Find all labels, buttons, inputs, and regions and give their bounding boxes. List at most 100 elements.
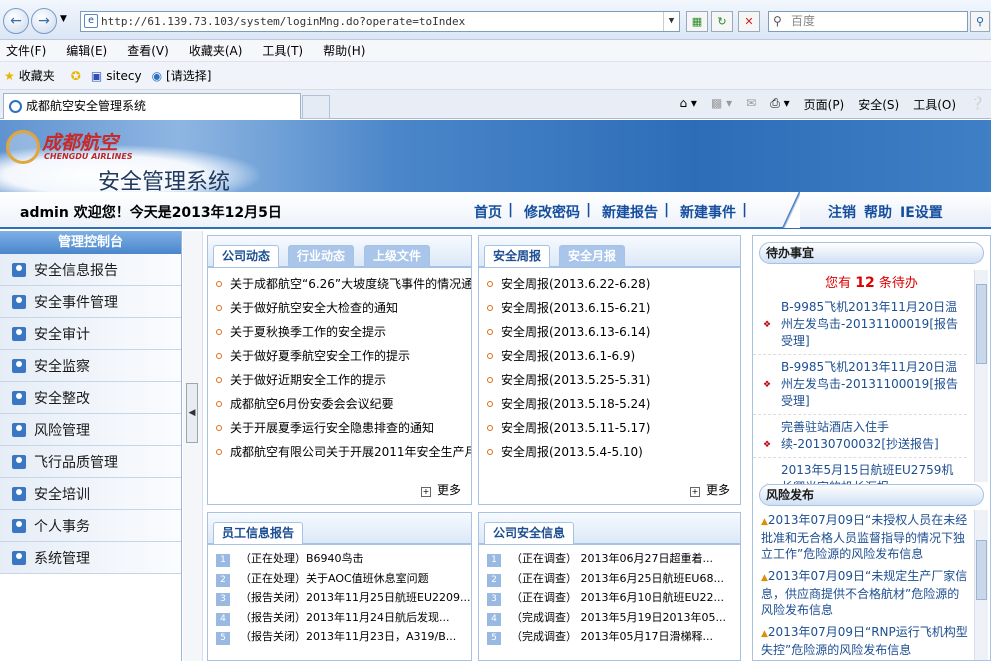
tab-company-safety[interactable]: 公司安全信息 — [484, 522, 575, 544]
fav-item-sitecy[interactable]: ▣ sitecy — [91, 69, 142, 83]
address-input[interactable]: e http://61.139.73.103/system/loginMng.d… — [80, 11, 680, 32]
history-dropdown-icon[interactable]: ▼ — [60, 14, 67, 24]
sidebar-item-safety-audit[interactable]: 安全审计 — [0, 318, 181, 350]
forward-icon[interactable]: → — [31, 8, 57, 34]
sidebar-item-safety-inspection[interactable]: 安全监察 — [0, 350, 181, 382]
search-go-icon[interactable]: ⚲ — [970, 11, 990, 32]
link-new-event[interactable]: 新建事件 — [680, 202, 736, 222]
table-row[interactable]: 4 （报告关闭）2013年11月24日航后发现... — [208, 608, 471, 628]
list-item-text: 安全周报(2013.6.1-6.9) — [501, 349, 636, 363]
list-item[interactable]: 关于夏秋换季工作的安全提示 — [208, 320, 471, 344]
print-icon[interactable]: ⎙ ▾ — [770, 96, 789, 113]
tab-company-news[interactable]: 公司动态 — [213, 245, 280, 267]
todo-item[interactable]: ❖ B-9985飞机2013年11月20日温州左发鸟击-20131100019[报… — [753, 355, 967, 415]
news-more-link[interactable]: + 更多 — [420, 481, 461, 498]
list-item[interactable]: 安全周报(2013.5.18-5.24) — [479, 392, 740, 416]
logo-text-en: CHENGDU AIRLINES — [44, 152, 133, 161]
sidebar-item-safety-rectification[interactable]: 安全整改 — [0, 382, 181, 414]
todo-marker-icon: ❖ — [763, 320, 772, 330]
sidebar-item-safety-event[interactable]: 安全事件管理 — [0, 286, 181, 318]
list-item[interactable]: 安全周报(2013.5.11-5.17) — [479, 416, 740, 440]
sidebar-item-system[interactable]: 系统管理 — [0, 542, 181, 574]
collapse-sidebar-icon[interactable]: ◀ — [186, 383, 198, 443]
list-item[interactable]: 安全周报(2013.6.13-6.14) — [479, 320, 740, 344]
list-item[interactable]: 安全周报(2013.6.22-6.28) — [479, 272, 740, 296]
todo-item[interactable]: ❖ B-9985飞机2013年11月20日温州左发鸟击-20131100019[报… — [753, 295, 967, 355]
menu-favorites[interactable]: 收藏夹(A) — [189, 42, 243, 59]
list-item[interactable]: 安全周报(2013.6.1-6.9) — [479, 344, 740, 368]
todo-item[interactable]: ❖ 完善驻站酒店入住手续-20130700032[抄送报告] — [753, 415, 967, 458]
menu-file[interactable]: 文件(F) — [6, 42, 46, 59]
sidebar-item-risk-management[interactable]: 风险管理 — [0, 414, 181, 446]
list-item[interactable]: 关于成都航空“6.26”大坡度绕飞事件的情况通报 — [208, 272, 471, 296]
todo-count-suffix: 条待办 — [878, 276, 918, 291]
tools-menu[interactable]: 工具(O) — [913, 96, 956, 113]
list-item[interactable]: 安全周报(2013.5.25-5.31) — [479, 368, 740, 392]
risk-item[interactable]: ▲2013年07月09日“RNP运行飞机构型失控”危险源的风险发布信息 — [753, 622, 978, 662]
tab-superior-docs[interactable]: 上级文件 — [364, 245, 431, 267]
fav-item-select[interactable]: ◉ [请选择] — [152, 67, 212, 84]
feeds-icon[interactable]: ▩ ▾ — [711, 96, 732, 113]
sidebar-item-flight-quality[interactable]: 飞行品质管理 — [0, 446, 181, 478]
help-icon[interactable]: ❔ — [970, 96, 985, 113]
sidebar-item-safety-training[interactable]: 安全培训 — [0, 478, 181, 510]
tab-weekly-report[interactable]: 安全周报 — [484, 245, 551, 267]
link-home[interactable]: 首页 — [474, 202, 502, 222]
list-item[interactable]: 关于做好近期安全工作的提示 — [208, 368, 471, 392]
home-icon[interactable]: ⌂ ▾ — [679, 96, 696, 113]
risk-item[interactable]: ▲2013年07月09日“未授权人员在未经批准和无合格人员监督指导的情况下独立工… — [753, 510, 978, 566]
list-item[interactable]: 安全周报(2013.6.15-6.21) — [479, 296, 740, 320]
list-item[interactable]: 成都航空有限公司关于开展2011年安全生产月活动的通知 — [208, 440, 471, 464]
compat-view-icon[interactable]: ▦ — [686, 11, 708, 32]
menu-tools[interactable]: 工具(T) — [262, 42, 303, 59]
address-dropdown-icon[interactable]: ▼ — [663, 12, 679, 31]
new-tab-button[interactable] — [302, 95, 330, 119]
table-row[interactable]: 3 （正在调查） 2013年6月10日航班EU22... — [479, 588, 740, 608]
table-row[interactable]: 4 （完成调查） 2013年5月19日2013年05... — [479, 608, 740, 628]
link-logout[interactable]: 注销 — [828, 202, 856, 222]
sidebar-item-personal[interactable]: 个人事务 — [0, 510, 181, 542]
search-input[interactable]: ⚲ 百度 — [768, 11, 968, 32]
menu-edit[interactable]: 编辑(E) — [66, 42, 107, 59]
tab-staff-report[interactable]: 员工信息报告 — [213, 522, 304, 544]
separator: | — [664, 202, 670, 218]
link-change-password[interactable]: 修改密码 — [524, 202, 580, 222]
back-icon[interactable]: ← — [3, 8, 29, 34]
tab-monthly-report[interactable]: 安全月报 — [559, 245, 626, 267]
menu-view[interactable]: 查看(V) — [127, 42, 169, 59]
stop-icon[interactable]: ✕ — [738, 11, 760, 32]
link-ie-settings[interactable]: IE设置 — [900, 202, 943, 222]
add-favorite-icon[interactable]: ✪ — [71, 69, 81, 83]
weekly-more-link[interactable]: + 更多 — [689, 481, 730, 498]
list-item[interactable]: 成都航空6月份安委会会议纪要 — [208, 392, 471, 416]
list-item[interactable]: 安全周报(2013.5.4-5.10) — [479, 440, 740, 464]
link-new-report[interactable]: 新建报告 — [602, 202, 658, 222]
star-icon: ★ — [4, 68, 15, 83]
tab-current[interactable]: 成都航空安全管理系统 — [3, 93, 301, 119]
scroll-thumb[interactable] — [976, 540, 987, 600]
table-row[interactable]: 2 （正在调查） 2013年6月25日航班EU68... — [479, 569, 740, 589]
todo-item[interactable]: ❖ 2013年5月15日航班EU2759机长卿光宇的机长汇报单-201305000… — [753, 458, 967, 484]
refresh-icon[interactable]: ↻ — [711, 11, 733, 32]
list-item[interactable]: 关于开展夏季运行安全隐患排查的通知 — [208, 416, 471, 440]
list-item[interactable]: 关于做好航空安全大检查的通知 — [208, 296, 471, 320]
todo-scrollbar[interactable] — [974, 270, 988, 482]
mail-icon[interactable]: ✉ — [746, 96, 756, 113]
risk-item[interactable]: ▲2013年07月09日“未规定生产厂家信息，供应商提供不合格航材”危险源的风险… — [753, 566, 978, 622]
table-row[interactable]: 1 （正在处理）B6940鸟击 — [208, 549, 471, 569]
table-row[interactable]: 5 （完成调查） 2013年05月17日滑梯释... — [479, 627, 740, 647]
safety-menu[interactable]: 安全(S) — [858, 96, 899, 113]
tab-industry-news[interactable]: 行业动态 — [288, 245, 355, 267]
favorites-button[interactable]: ★ 收藏夹 — [4, 67, 55, 84]
table-row[interactable]: 2 （正在处理）关于AOC值班休息室问题 — [208, 569, 471, 589]
page-menu[interactable]: 页面(P) — [804, 96, 845, 113]
table-row[interactable]: 3 （报告关闭）2013年11月25日航班EU2209... — [208, 588, 471, 608]
link-help[interactable]: 帮助 — [864, 202, 892, 222]
list-item[interactable]: 关于做好夏季航空安全工作的提示 — [208, 344, 471, 368]
table-row[interactable]: 1 （正在调查） 2013年06月27日超重着... — [479, 549, 740, 569]
sidebar-item-safety-info-report[interactable]: 安全信息报告 — [0, 254, 181, 286]
risk-scrollbar[interactable] — [974, 510, 988, 660]
table-row[interactable]: 5 （报告关闭）2013年11月23日，A319/B... — [208, 627, 471, 647]
menu-help[interactable]: 帮助(H) — [323, 42, 365, 59]
scroll-thumb[interactable] — [976, 284, 987, 364]
